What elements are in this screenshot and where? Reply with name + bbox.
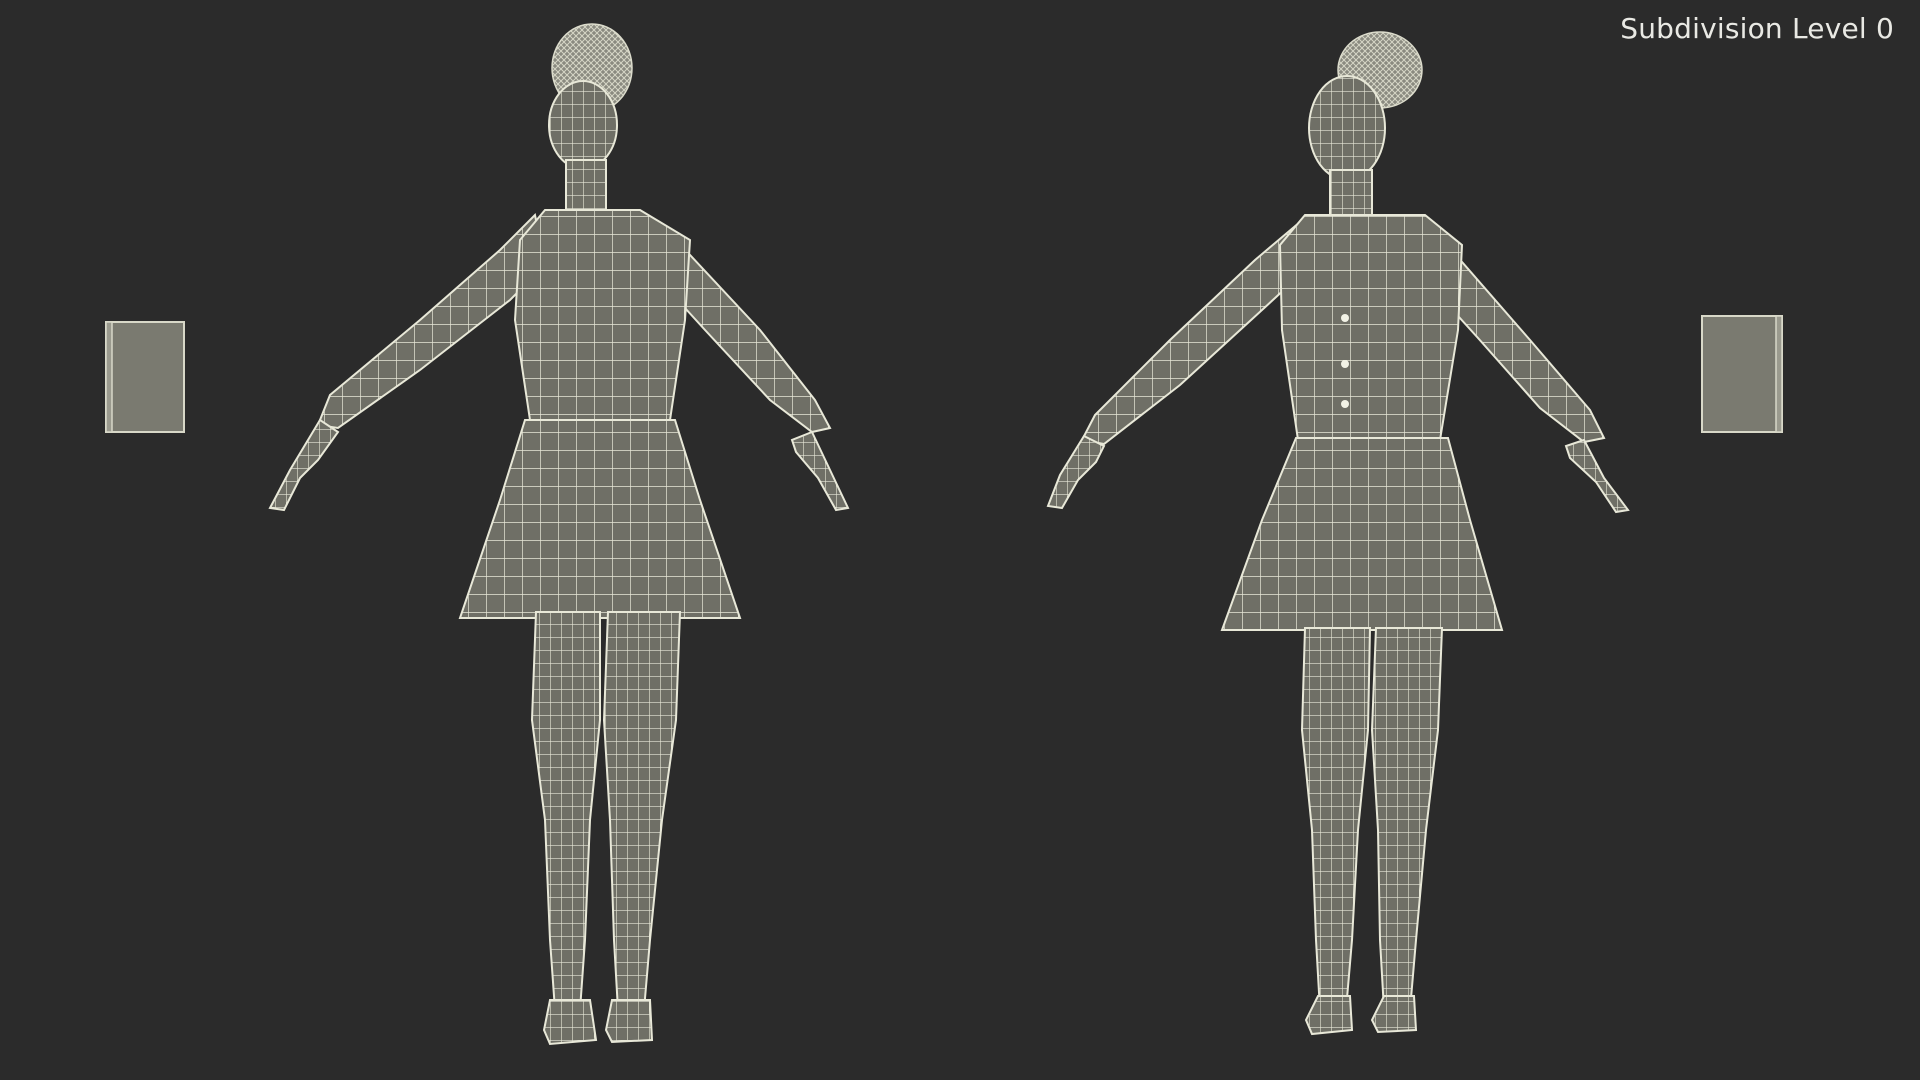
front-view-figure xyxy=(1046,31,1630,1036)
3d-viewport[interactable]: Subdivision Level 0 xyxy=(0,0,1920,1080)
subdivision-level-label: Subdivision Level 0 xyxy=(1620,12,1894,45)
back-view-figure xyxy=(268,23,850,1046)
scene-render xyxy=(105,23,1783,1046)
book-left xyxy=(105,321,185,433)
book-right xyxy=(1701,315,1783,433)
